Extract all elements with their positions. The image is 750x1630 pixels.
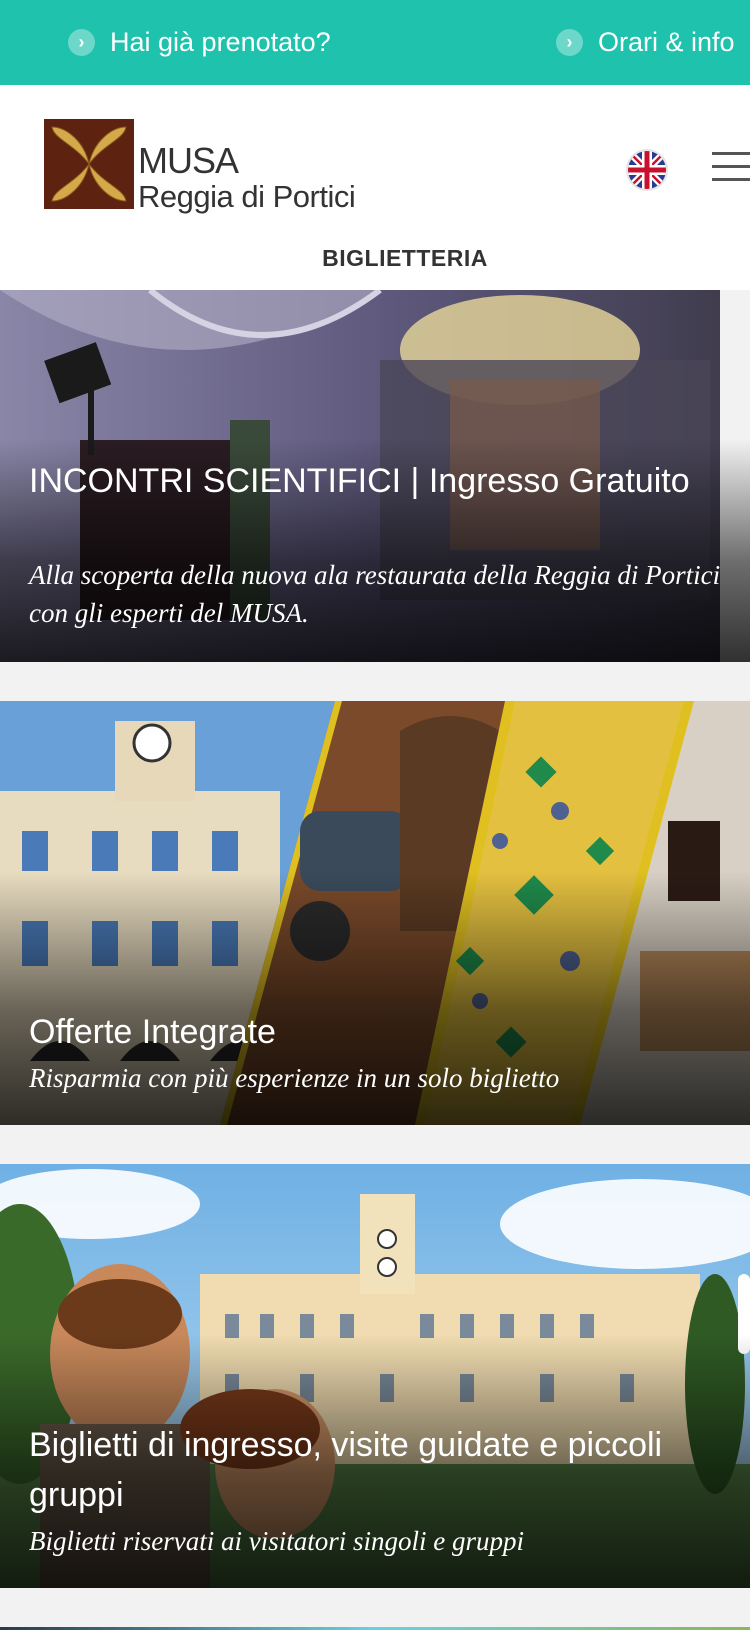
card-incontri-scientifici[interactable]: INCONTRI SCIENTIFICI | Ingresso Gratuito… (0, 290, 750, 662)
logo-title: MUSA (138, 140, 239, 181)
card-subtitle: Alla scoperta della nuova ala restaurata… (29, 560, 721, 628)
booked-link-label: Hai già prenotato? (110, 27, 331, 57)
info-link[interactable]: › Orari & info (556, 0, 735, 85)
musa-logo-icon[interactable] (44, 119, 134, 209)
card-subtitle: Risparmia con più esperienze in un solo … (29, 1063, 560, 1093)
card-biglietti-ingresso[interactable]: Biglietti di ingresso, visite guidate e … (0, 1164, 750, 1588)
card-title: Biglietti di ingresso, visite guidate e … (29, 1426, 663, 1514)
uk-flag-icon[interactable] (626, 149, 668, 191)
top-bar: › Hai già prenotato? › Orari & info (0, 0, 750, 85)
chevron-right-icon: › (68, 29, 95, 56)
section-title: BIGLIETTERIA (322, 245, 488, 271)
logo-text[interactable]: MUSA Reggia di Portici (138, 140, 356, 214)
site-header: MUSA Reggia di Portici BIGLIETTERIA (0, 85, 750, 291)
booked-link[interactable]: › Hai già prenotato? (68, 0, 331, 85)
info-link-label: Orari & info (598, 27, 735, 57)
chevron-right-icon: › (556, 29, 583, 56)
card-title: INCONTRI SCIENTIFICI | Ingresso Gratuito (29, 462, 690, 500)
hamburger-menu-icon[interactable] (712, 152, 750, 182)
card-subtitle: Biglietti riservati ai visitatori singol… (29, 1526, 524, 1556)
logo-subtitle: Reggia di Portici (138, 179, 356, 214)
card-title: Offerte Integrate (29, 1013, 276, 1051)
card-offerte-integrate[interactable]: Offerte Integrate Risparmia con più espe… (0, 701, 750, 1125)
